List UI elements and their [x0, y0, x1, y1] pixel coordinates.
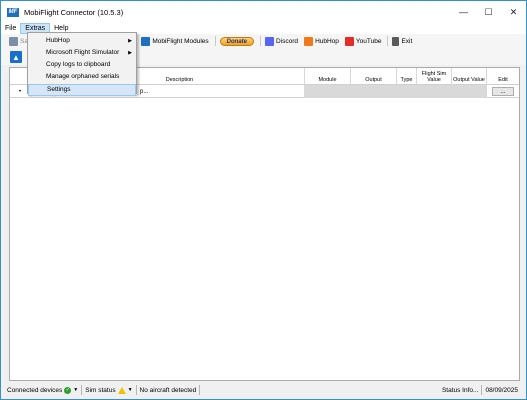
date-label: 08/09/2025: [485, 386, 518, 394]
status-info[interactable]: Status Info...: [439, 387, 482, 394]
header-edit: Edit: [498, 77, 508, 83]
menu-item-msfs-label: Microsoft Flight Simulator: [46, 49, 120, 56]
aircraft-status: No aircraft detected: [137, 387, 200, 394]
mobiflight-modules-label: MobiFlight Modules: [152, 37, 209, 45]
status-date: 08/09/2025: [482, 387, 526, 394]
status-separator: [199, 385, 201, 395]
app-window: MF MobiFlight Connector (10.5.3) — ☐ ✕ F…: [0, 0, 527, 400]
warning-icon: [117, 386, 126, 394]
exit-label: Exit: [401, 37, 413, 45]
window-title: MobiFlight Connector (10.5.3): [24, 7, 124, 17]
chevron-right-icon: ▶: [128, 38, 132, 44]
menu-item-settings[interactable]: Settings: [28, 84, 136, 96]
mobiflight-modules-button[interactable]: MobiFlight Modules: [141, 34, 209, 48]
edit-button[interactable]: ...: [492, 87, 514, 96]
toolbar-separator: [214, 36, 216, 46]
header-flight-sim-value[interactable]: Flight Sim Value: [417, 68, 452, 85]
extras-dropdown-menu: HubHop ▶ Microsoft Flight Simulator ▶ Co…: [27, 32, 137, 96]
maximize-button[interactable]: ☐: [476, 1, 501, 23]
menu-item-orphaned-serials-label: Manage orphaned serials: [46, 73, 120, 80]
hubhop-button[interactable]: HubHop: [304, 34, 339, 48]
connected-devices-status[interactable]: Connected devices ✓ ▼: [1, 386, 81, 394]
menu-item-copy-logs[interactable]: Copy logs to clipboard: [28, 59, 136, 71]
menu-item-hubhop-label: HubHop: [46, 37, 70, 44]
check-icon: ✓: [64, 386, 72, 394]
aircraft-label: No aircraft detected: [139, 386, 197, 394]
title-bar[interactable]: MF MobiFlight Connector (10.5.3) — ☐ ✕: [1, 1, 526, 23]
menu-item-hubhop[interactable]: HubHop ▶: [28, 35, 136, 47]
sim-status[interactable]: Sim status ▼: [82, 386, 135, 394]
chevron-right-icon: ▶: [128, 50, 132, 56]
menu-item-msfs[interactable]: Microsoft Flight Simulator ▶: [28, 47, 136, 59]
discord-icon: [265, 36, 275, 46]
discord-button[interactable]: Discord: [265, 34, 298, 48]
row-output-cell: [351, 85, 397, 98]
header-type[interactable]: Type: [397, 68, 417, 85]
status-bar: Connected devices ✓ ▼ Sim status ▼ No ai…: [1, 381, 526, 399]
exit-button[interactable]: Exit: [392, 34, 412, 48]
status-info-label: Status Info...: [441, 386, 479, 394]
exit-icon: [392, 36, 400, 46]
minimize-button[interactable]: —: [451, 1, 476, 23]
row-edit-cell: ...: [487, 85, 519, 98]
discord-label: Discord: [276, 37, 299, 45]
row-type-cell: [397, 85, 417, 98]
row-flight-sim-value-cell: [417, 85, 452, 98]
menu-file[interactable]: File: [1, 23, 20, 34]
header-module[interactable]: Module: [305, 68, 351, 85]
chevron-down-icon: ▼: [73, 387, 79, 393]
mobiflight-icon: [141, 36, 151, 46]
header-output[interactable]: Output: [351, 68, 397, 85]
row-output-value-cell: [452, 85, 487, 98]
header-output-value[interactable]: Output Value: [452, 68, 487, 85]
hubhop-label: HubHop: [315, 37, 339, 45]
move-up-icon[interactable]: ▲: [10, 51, 22, 63]
hubhop-icon: [304, 36, 314, 46]
close-button[interactable]: ✕: [501, 1, 526, 23]
chevron-down-icon: ▼: [127, 387, 133, 393]
donate-button[interactable]: Donate: [219, 36, 255, 46]
row-module-cell: [305, 85, 351, 98]
toolbar-separator: [387, 36, 389, 46]
toolbar-separator: [260, 36, 262, 46]
menu-item-orphaned-serials[interactable]: Manage orphaned serials: [28, 71, 136, 83]
mobiflight-app-icon: MF: [7, 7, 19, 17]
connected-devices-label: Connected devices: [7, 386, 63, 394]
youtube-label: YouTube: [355, 37, 382, 45]
save-icon: [9, 36, 18, 46]
youtube-icon: [344, 36, 354, 46]
youtube-button[interactable]: YouTube: [344, 34, 382, 48]
save-button[interactable]: Sa: [9, 34, 28, 48]
menu-item-copy-logs-label: Copy logs to clipboard: [46, 61, 111, 68]
config-grid: Description Module Output Type Flight Si…: [9, 67, 520, 381]
sim-status-label: Sim status: [85, 386, 116, 394]
menu-item-settings-label: Settings: [47, 86, 71, 93]
